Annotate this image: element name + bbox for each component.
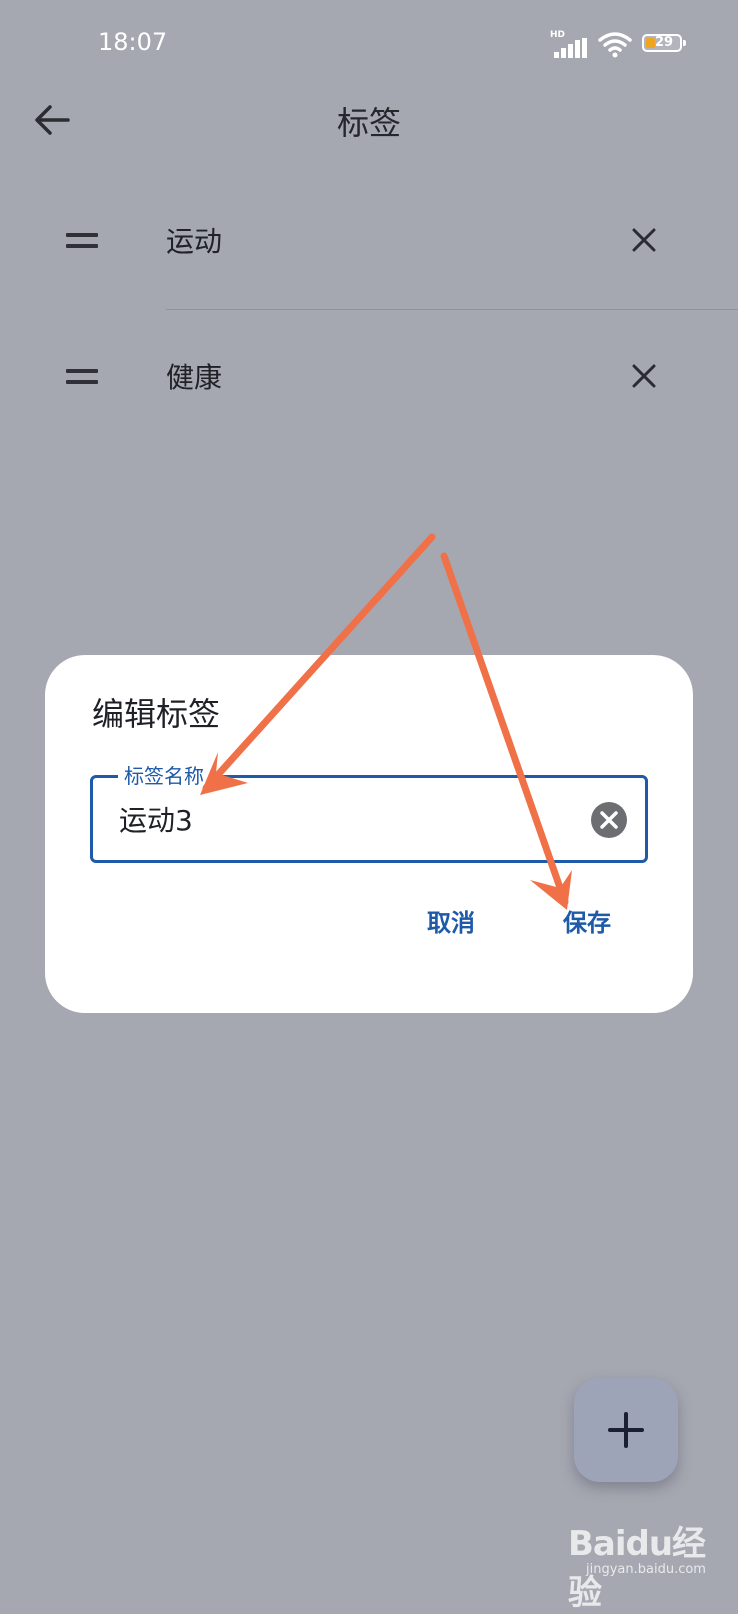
divider (166, 309, 738, 310)
app-bar: 标签 (0, 88, 738, 152)
list-item[interactable]: 健康 (0, 312, 738, 442)
page-title: 标签 (336, 104, 401, 142)
status-bar: 18:07 HD 29 (0, 0, 738, 88)
watermark: Baidu经验 jingyan.baidu.com (560, 1510, 720, 1613)
wifi-icon (598, 32, 632, 58)
clear-input-icon[interactable] (589, 800, 629, 840)
tag-label: 运动 (166, 225, 223, 258)
tag-label: 健康 (166, 361, 223, 394)
tag-name-input[interactable] (119, 798, 559, 840)
battery-icon: 29 (642, 34, 686, 52)
list-item[interactable]: 运动 (0, 176, 738, 306)
status-icons: HD 29 (550, 28, 690, 58)
plus-icon (608, 1412, 644, 1448)
delete-tag-icon[interactable] (628, 360, 660, 392)
save-button[interactable]: 保存 (563, 903, 611, 938)
field-label: 标签名称 (118, 764, 210, 788)
status-time: 18:07 (98, 28, 168, 56)
signal-icon (554, 38, 587, 58)
cancel-button[interactable]: 取消 (427, 903, 475, 938)
edit-tag-dialog: 编辑标签 标签名称 取消 保存 (45, 655, 693, 1013)
battery-level: 29 (655, 35, 674, 50)
dialog-title: 编辑标签 (92, 695, 221, 733)
tag-name-field[interactable] (90, 775, 648, 863)
delete-tag-icon[interactable] (628, 224, 660, 256)
add-tag-button[interactable] (574, 1378, 678, 1482)
drag-handle-icon[interactable] (66, 233, 98, 249)
watermark-url: jingyan.baidu.com (586, 1562, 706, 1577)
drag-handle-icon[interactable] (66, 369, 98, 385)
